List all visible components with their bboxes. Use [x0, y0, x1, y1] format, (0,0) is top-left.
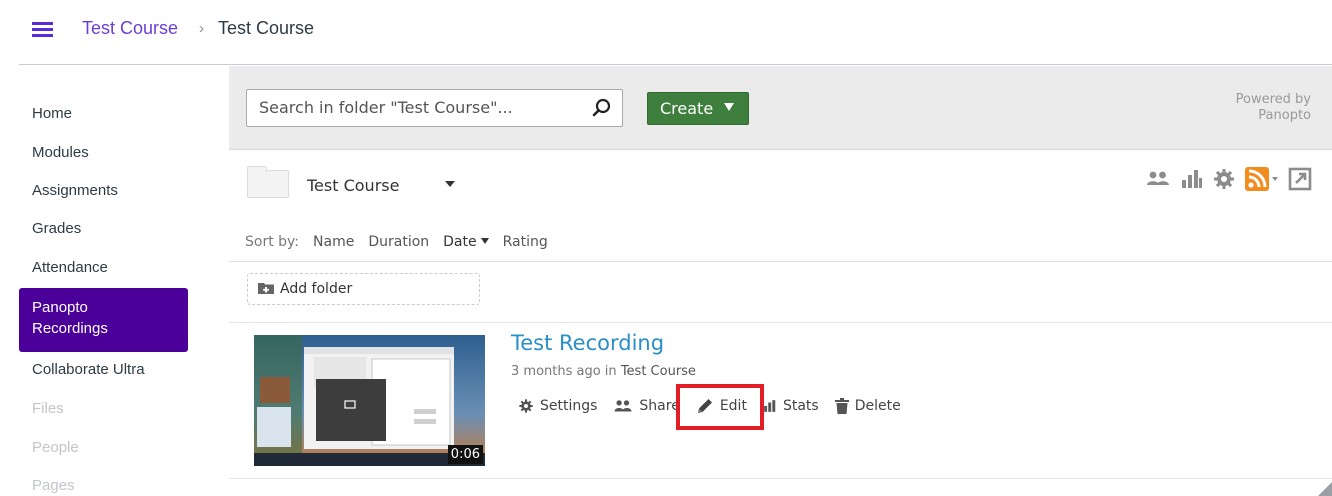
nav-item-pages: Pages	[32, 477, 75, 494]
edit-highlight-box	[676, 384, 764, 430]
stats-label: Stats	[782, 398, 819, 414]
nav-item-assignments[interactable]: Assignments	[19, 182, 188, 199]
settings-label: Settings	[540, 398, 598, 414]
recording-meta: 3 months ago in Test Course	[511, 364, 696, 379]
resize-handle[interactable]	[1318, 482, 1332, 496]
folder-dropdown-icon[interactable]	[445, 181, 455, 187]
nav-item-attendance[interactable]: Attendance	[19, 259, 188, 276]
duration-badge: 0:06	[447, 445, 483, 464]
search-box	[246, 89, 623, 127]
folder-icon	[247, 166, 289, 198]
powered-by-panopto: Powered by Panopto	[1236, 92, 1311, 124]
breadcrumb-separator: ›	[199, 20, 204, 37]
nav-item-files: Files	[32, 400, 64, 417]
create-button[interactable]: Create	[647, 92, 749, 125]
open-external-icon[interactable]	[1288, 167, 1312, 191]
sort-duration-option[interactable]: Duration	[368, 234, 429, 250]
stats-action[interactable]: Stats	[763, 398, 819, 414]
sort-date-label: Date	[443, 234, 477, 250]
search-icon[interactable]	[592, 98, 612, 118]
recording-age: 3 months ago in	[511, 364, 617, 379]
rss-feed-icon[interactable]	[1245, 167, 1279, 191]
folder-header: Test Course Sort by: Name Duration Date …	[229, 150, 1332, 260]
sort-divider	[229, 261, 1332, 262]
sort-rating-option[interactable]: Rating	[503, 234, 548, 250]
settings-gear-icon	[519, 399, 533, 413]
header-divider	[19, 64, 1332, 65]
nav-item-panopto-recordings[interactable]: Panopto Recordings	[19, 288, 188, 352]
folder-toolbar	[1146, 166, 1312, 192]
add-folder-label: Add folder	[280, 281, 353, 297]
users-icon[interactable]	[1146, 167, 1170, 191]
top-bar: Test Course › Test Course	[0, 0, 1332, 64]
sort-date-option[interactable]: Date	[443, 234, 489, 250]
delete-label: Delete	[854, 398, 901, 414]
nav-item-grades[interactable]: Grades	[19, 220, 188, 237]
sort-descending-icon	[480, 238, 489, 244]
add-folder-icon	[258, 283, 274, 294]
powered-by-line: Powered by	[1235, 92, 1311, 107]
sort-by-label: Sort by:	[245, 234, 300, 250]
add-folder-button[interactable]: Add folder	[247, 273, 480, 305]
settings-action[interactable]: Settings	[518, 398, 597, 414]
stats-icon[interactable]	[1179, 167, 1203, 191]
hamburger-menu-icon[interactable]	[32, 22, 53, 38]
trash-delete-icon	[834, 398, 849, 414]
search-input[interactable]	[259, 98, 579, 117]
list-bottom-divider	[229, 478, 1332, 479]
list-divider	[229, 322, 1332, 323]
recording-title[interactable]: Test Recording	[511, 331, 664, 355]
share-action[interactable]: Share	[613, 398, 680, 414]
panopto-brand-line: Panopto	[1258, 108, 1311, 123]
sort-bar: Sort by: Name Duration Date Rating	[245, 234, 548, 250]
breadcrumb-course-link[interactable]: Test Course	[82, 18, 178, 39]
nav-item-people: People	[32, 439, 79, 456]
stats-icon	[764, 400, 776, 412]
folder-name[interactable]: Test Course	[307, 176, 399, 195]
breadcrumb-current-page: Test Course	[218, 18, 315, 38]
recording-folder-link[interactable]: Test Course	[621, 364, 696, 379]
caret-down-icon	[724, 103, 734, 111]
sort-name-option[interactable]: Name	[313, 234, 354, 250]
settings-gear-icon[interactable]	[1212, 167, 1236, 191]
share-label: Share	[639, 398, 680, 414]
panopto-header: Create Powered by Panopto	[229, 66, 1332, 150]
nav-item-collaborate-ultra[interactable]: Collaborate Ultra	[19, 361, 188, 378]
delete-action[interactable]: Delete	[834, 398, 901, 414]
share-users-icon	[614, 400, 632, 412]
create-button-label: Create	[660, 99, 714, 118]
nav-item-modules[interactable]: Modules	[19, 144, 188, 161]
nav-item-home[interactable]: Home	[19, 105, 188, 122]
recording-thumbnail[interactable]: 0:06	[254, 335, 485, 466]
